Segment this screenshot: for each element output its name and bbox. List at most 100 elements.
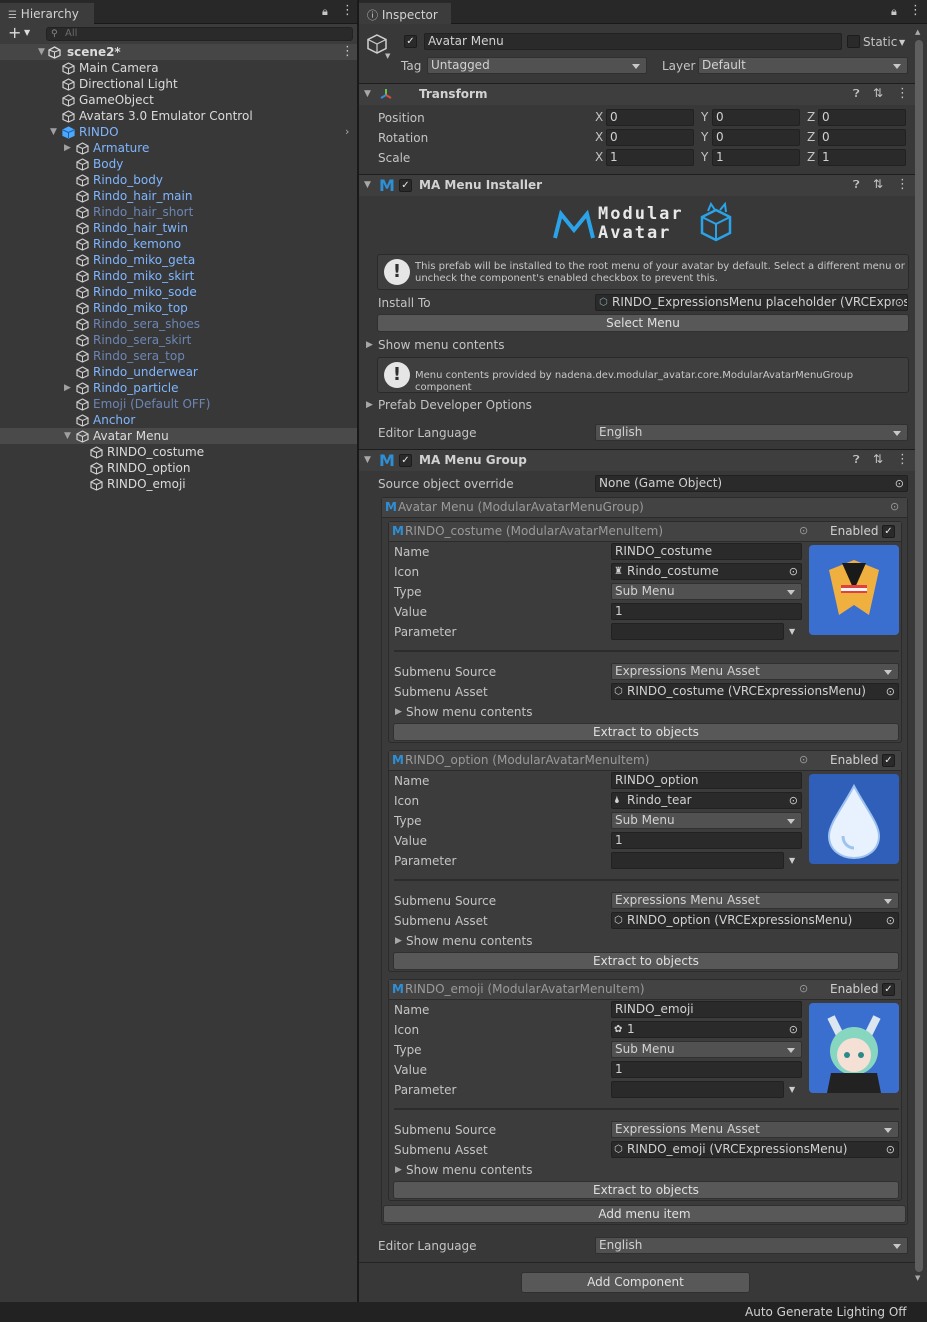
object-picker-icon[interactable]: ⊙ [886,1142,895,1157]
add-menu-item-button[interactable]: Add menu item [383,1205,906,1223]
hierarchy-row[interactable]: Rindo_body [0,172,357,188]
name-field[interactable]: RINDO_costume [611,543,802,560]
layer-dropdown[interactable]: Default [698,57,908,74]
object-picker-icon[interactable]: ⊙ [789,1022,798,1037]
add-component-button[interactable]: Add Component [521,1272,750,1293]
component-menu-icon[interactable]: ⋮ [896,86,909,101]
hierarchy-row[interactable]: Rindo_miko_sode [0,284,357,300]
hierarchy-row[interactable]: Rindo_underwear [0,364,357,380]
icon-dropdown-icon[interactable]: ▼ [385,52,390,60]
fold-right-icon[interactable]: ▶ [366,340,373,350]
hierarchy-row[interactable]: Rindo_miko_top [0,300,357,316]
add-icon[interactable]: + [8,23,21,42]
hierarchy-row[interactable]: Main Camera [0,60,357,76]
axis-y-label[interactable]: Y [701,150,708,164]
collapsed-arrow-icon[interactable]: ▶ [64,380,71,396]
hierarchy-row[interactable]: Rindo_kemono [0,236,357,252]
static-checkbox[interactable] [847,35,860,48]
active-checkbox[interactable]: ✓ [404,35,417,48]
tab-hierarchy[interactable]: ☰ Hierarchy [0,2,94,24]
transform-position-z-field[interactable]: 0 [818,109,906,126]
enabled-checkbox[interactable]: ✓ [882,754,895,767]
parameter-field[interactable] [611,1081,784,1098]
parameter-dropdown-icon[interactable]: ▼ [789,856,795,865]
hierarchy-row[interactable]: ▶ Armature [0,140,357,156]
transform-scale-x-field[interactable]: 1 [606,149,694,166]
parameter-dropdown-icon[interactable]: ▼ [789,1085,795,1094]
enabled-checkbox[interactable]: ✓ [882,525,895,538]
expand-arrow-icon[interactable]: ▼ [38,44,45,60]
settings-sliders-icon[interactable]: ⇅ [873,177,883,191]
show-menu-contents-toggle[interactable]: Show menu contents [378,336,505,354]
more-menu-icon[interactable]: ⋮ [909,3,922,18]
hierarchy-row[interactable]: ▼ RINDO › [0,124,357,140]
settings-sliders-icon[interactable]: ⇅ [873,452,883,466]
parameter-dropdown-icon[interactable]: ▼ [789,627,795,636]
hierarchy-row[interactable]: Directional Light [0,76,357,92]
submenu-source-dropdown[interactable]: Expressions Menu Asset [611,663,899,680]
show-menu-contents-toggle[interactable]: Show menu contents [406,1161,533,1179]
help-icon[interactable]: ❓︎ [853,87,860,101]
menu-group-header[interactable]: ▼ M ✓ MA Menu Group ❓︎ ⇅ ⋮ [359,449,916,471]
transform-scale-y-field[interactable]: 1 [712,149,800,166]
scroll-down-icon[interactable]: ▼ [915,1274,920,1282]
fold-arrow-icon[interactable]: ▼ [364,180,371,190]
hierarchy-row[interactable]: Emoji (Default OFF) [0,396,357,412]
object-picker-icon[interactable]: ⊙ [894,295,904,310]
icon-field[interactable]: ♜ Rindo_costume ⊙ [611,563,802,580]
scene-more-icon[interactable]: ⋮ [341,44,354,60]
submenu-asset-field[interactable]: ⬡ RINDO_option (VRCExpressionsMenu) ⊙ [611,912,899,929]
fold-right-icon[interactable]: ▶ [395,707,402,717]
hierarchy-row[interactable]: Rindo_hair_main [0,188,357,204]
axis-z-label[interactable]: Z [807,110,815,124]
select-menu-button[interactable]: Select Menu [377,314,909,332]
show-menu-contents-toggle[interactable]: Show menu contents [406,932,533,950]
axis-x-label[interactable]: X [595,130,603,144]
object-picker-icon[interactable]: ⊙ [799,982,808,995]
search-input[interactable]: ⚲ All [46,27,353,41]
tab-inspector[interactable]: ⓘ Inspector [359,2,451,24]
axis-z-label[interactable]: Z [807,150,815,164]
submenu-source-dropdown[interactable]: Expressions Menu Asset [611,1121,899,1138]
fold-right-icon[interactable]: ▶ [366,400,373,410]
help-icon[interactable]: ❓︎ [853,178,860,192]
hierarchy-row[interactable]: Rindo_sera_shoes [0,316,357,332]
hierarchy-row[interactable]: Body [0,156,357,172]
menu-group-enabled-checkbox[interactable]: ✓ [399,454,412,467]
hierarchy-row[interactable]: Anchor [0,412,357,428]
transform-position-x-field[interactable]: 0 [606,109,694,126]
icon-field[interactable]: ✿ 1 ⊙ [611,1021,802,1038]
transform-rotation-z-field[interactable]: 0 [818,129,906,146]
object-picker-icon[interactable]: ⊙ [895,476,904,491]
more-menu-icon[interactable]: ⋮ [341,3,354,18]
axis-y-label[interactable]: Y [701,130,708,144]
scene-row[interactable]: ▼ scene2* ⋮ [0,44,357,60]
object-picker-icon[interactable]: ⊙ [789,564,798,579]
fold-arrow-icon[interactable]: ▼ [364,89,371,99]
name-field[interactable]: RINDO_option [611,772,802,789]
editor-language-dropdown[interactable]: English [595,424,908,441]
scrollbar-thumb[interactable] [915,40,923,1272]
value-field[interactable]: 1 [611,1061,802,1078]
show-menu-contents-toggle[interactable]: Show menu contents [406,703,533,721]
scroll-up-icon[interactable]: ▲ [915,28,920,36]
open-prefab-icon[interactable]: › [345,124,349,140]
transform-rotation-y-field[interactable]: 0 [712,129,800,146]
expand-arrow-icon[interactable]: ▼ [64,428,71,444]
hierarchy-row[interactable]: Rindo_hair_short [0,204,357,220]
expand-arrow-icon[interactable]: ▼ [50,124,57,140]
type-dropdown[interactable]: Sub Menu [611,812,802,829]
transform-header[interactable]: ▼ Transform ❓︎ ⇅ ⋮ [359,83,916,105]
hierarchy-row[interactable]: GameObject [0,92,357,108]
object-picker-icon[interactable]: ⊙ [799,524,808,537]
icon-field[interactable]: 🌢︎ Rindo_tear ⊙ [611,792,802,809]
settings-sliders-icon[interactable]: ⇅ [873,86,883,100]
axis-x-label[interactable]: X [595,110,603,124]
menu-installer-header[interactable]: ▼ M ✓ MA Menu Installer ❓︎ ⇅ ⋮ [359,174,916,196]
tag-dropdown[interactable]: Untagged [427,57,647,74]
axis-x-label[interactable]: X [595,150,603,164]
collapsed-arrow-icon[interactable]: ▶ [64,140,71,156]
installer-enabled-checkbox[interactable]: ✓ [399,179,412,192]
type-dropdown[interactable]: Sub Menu [611,1041,802,1058]
help-icon[interactable]: ❓︎ [853,453,860,467]
